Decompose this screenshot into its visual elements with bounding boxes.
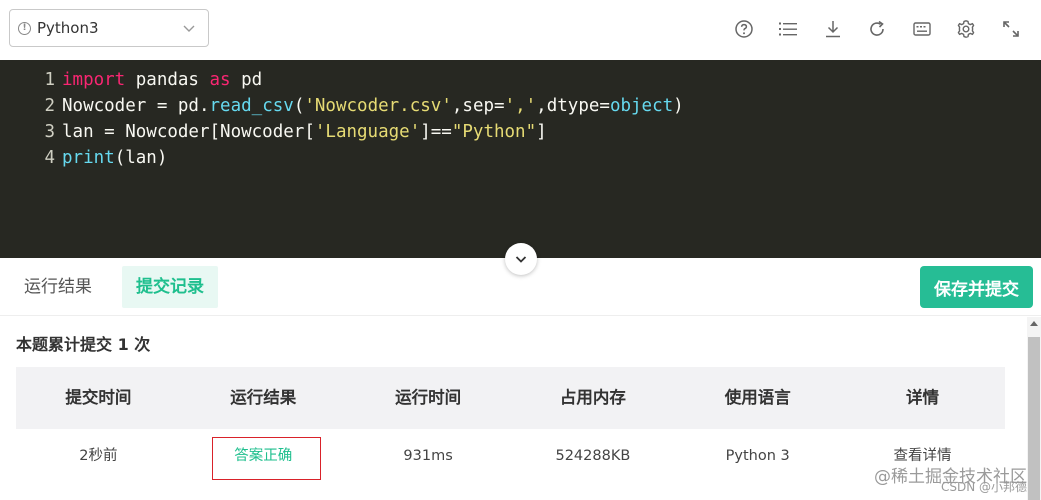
submit-time-cell: 2秒前 [79,448,118,464]
settings-button[interactable] [944,16,989,42]
collapse-editor-button[interactable] [505,243,537,275]
code-token: print [62,148,115,168]
save-and-submit-button[interactable]: 保存并提交 [920,266,1033,308]
info-icon: ! [18,21,31,35]
highlight-box [211,437,321,480]
fullscreen-icon [1002,21,1019,37]
code-token: ',' [504,96,537,116]
code-token: Nowcoder = pd. [62,96,210,116]
tab-run-result[interactable]: 运行结果 [10,266,106,308]
code-line: 4 print (lan) [0,145,1041,171]
code-token: lan = Nowcoder[Nowcoder[ [62,122,315,142]
code-token: ] [536,122,547,142]
submission-count: 本题累计提交 1 次 [16,335,151,354]
line-number: 2 [44,96,55,116]
refresh-button[interactable] [855,16,900,42]
column-header: 详情 [906,388,940,407]
chevron-down-icon [183,25,195,32]
code-editor[interactable]: 1 import pandas as pd 2 Nowcoder = pd. re… [0,60,1041,258]
code-token: ]== [420,122,452,142]
refresh-icon [870,20,885,36]
tab-submission-record[interactable]: 提交记录 [122,266,218,308]
line-number: 4 [44,148,55,168]
code-token: (lan) [114,148,168,168]
language-select[interactable]: ! Python3 [9,9,209,47]
code-token: ,dtype= [536,96,610,116]
language-label: Python3 [37,19,99,37]
code-token: 'Nowcoder.csv' [304,96,452,116]
result-cell: 答案正确 [181,429,346,483]
code-token: ( [293,96,305,116]
column-header: 使用语言 [724,388,791,407]
submission-table: 提交时间 运行结果 运行时间 占用内存 使用语言 详情 2秒前 答案正确 931… [16,367,1005,483]
keyboard-button[interactable] [900,16,945,42]
code-token: as [209,70,231,90]
download-button[interactable] [811,16,856,42]
scrollbar[interactable] [1027,317,1041,500]
list-icon [779,22,798,36]
language-cell: Python 3 [725,448,790,464]
code-token: "Python" [451,122,537,142]
code-token: pandas [125,70,210,90]
gear-icon [957,20,975,38]
chevron-down-icon [515,256,527,263]
code-line: 3 lan = Nowcoder[Nowcoder['Language']== "… [0,119,1041,145]
code-token: import [62,70,126,90]
line-number: 3 [44,122,55,142]
memory-cell: 524288KB [555,448,631,464]
fullscreen-button[interactable] [989,16,1034,42]
code-token: object [609,96,674,116]
toolbar: ! Python3 [0,0,1041,60]
column-header: 运行时间 [395,388,462,407]
code-token: 'Language' [314,122,421,142]
download-icon [825,21,840,38]
help-icon [735,20,753,38]
code-token: pd [230,70,263,90]
runtime-cell: 931ms [403,448,453,464]
table-row: 2秒前 答案正确 931ms 524288KB Python 3 查看详情 [16,429,1005,483]
watermark-sub: CSDN @小邦德 [940,480,1027,494]
code-token: read_csv [209,96,294,116]
list-button[interactable] [766,16,811,42]
help-button[interactable] [722,16,767,42]
column-header: 提交时间 [65,388,132,407]
code-token: ,sep= [451,96,505,116]
code-line: 1 import pandas as pd [0,67,1041,93]
scroll-up-arrow-icon[interactable] [1030,321,1038,326]
table-header: 提交时间 运行结果 运行时间 占用内存 使用语言 详情 [16,367,1005,429]
line-number: 1 [44,70,55,90]
tool-icons [722,16,1034,42]
scrollbar-thumb[interactable] [1028,337,1040,500]
code-line: 2 Nowcoder = pd. read_csv('Nowcoder.csv',… [0,93,1041,119]
column-header: 占用内存 [559,388,626,407]
code-token: ) [673,96,684,116]
keyboard-icon [913,22,931,36]
column-header: 运行结果 [230,388,297,407]
